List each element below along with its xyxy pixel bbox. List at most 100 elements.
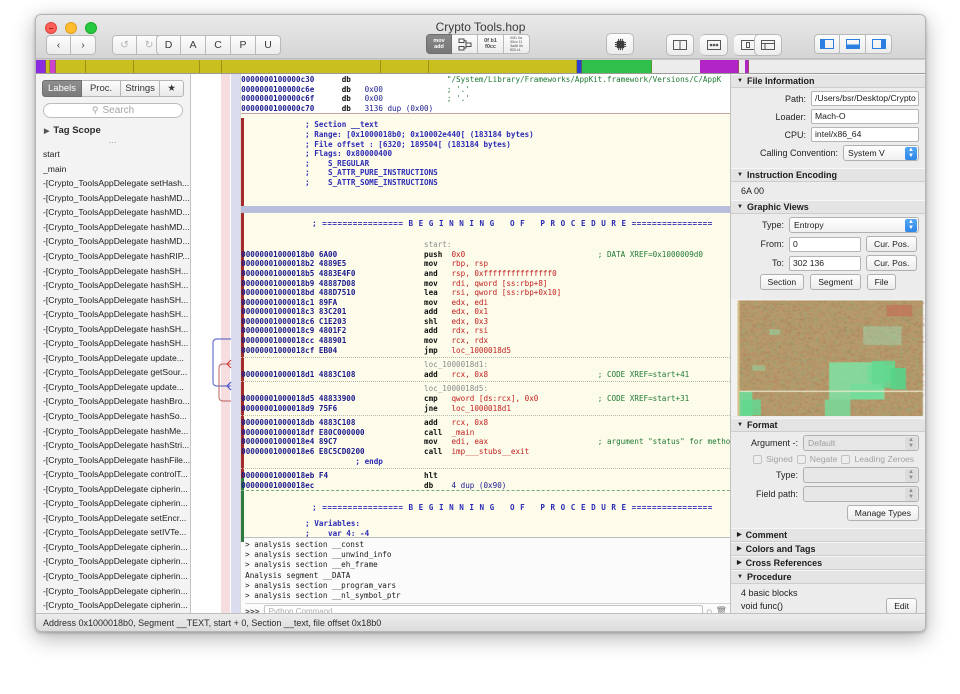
list-item[interactable]: -[Crypto_ToolsAppDelegate hashStri... [43, 438, 190, 453]
code-line[interactable]: 00000001000018cf EB04 jmp loc_1000018d5 [241, 346, 730, 356]
code-line[interactable]: 00000001000018e6 E8C5CD0200 call imp___s… [241, 447, 730, 457]
console-panel[interactable]: > analysis section __const> analysis sec… [241, 537, 730, 613]
list-item[interactable]: _main [43, 162, 190, 177]
code-line[interactable]: 00000001000018eb F4 hlt [241, 471, 730, 481]
code-line[interactable]: 00000001000018b0 6A00 push 0x0 ; DATA XR… [241, 250, 730, 260]
code-line[interactable]: 00000001000018bd 488D7510 lea rsi, qword… [241, 288, 730, 298]
raw-hex-view-button[interactable]: 00f1 0a90cc 113a4b 0eff20 c1 [504, 34, 530, 54]
file-map-strip[interactable] [36, 59, 925, 74]
section-header-cross-references[interactable]: ▶ Cross References [731, 556, 925, 570]
section-header-graphic-views[interactable]: ▼ Graphic Views [731, 200, 925, 214]
list-item[interactable]: -[Crypto_ToolsAppDelegate cipherin... [43, 482, 190, 497]
map-segment[interactable] [700, 60, 740, 73]
code-line[interactable]: 00000001000018b5 4883E4F0 and rsp, 0xfff… [241, 269, 730, 279]
code-line[interactable]: start: [241, 240, 730, 250]
list-item[interactable]: -[Crypto_ToolsAppDelegate cipherin... [43, 540, 190, 555]
back-button[interactable]: ‹ [46, 35, 71, 55]
cpu-icon[interactable] [606, 33, 634, 55]
list-item[interactable]: -[Crypto_ToolsAppDelegate hashMD... [43, 220, 190, 235]
section-header-instruction-encoding[interactable]: ▼ Instruction Encoding [731, 168, 925, 182]
mode-button-p[interactable]: P [231, 35, 256, 55]
code-line[interactable]: ; var_4: -4 [241, 529, 730, 537]
toggle-left-panel-button[interactable] [814, 34, 840, 54]
code-line[interactable]: 00000001000018e4 89C7 mov edi, eax ; arg… [241, 437, 730, 447]
list-item[interactable]: -[Crypto_ToolsAppDelegate hashFile... [43, 453, 190, 468]
circle-icon[interactable]: ○ [707, 607, 712, 613]
code-line[interactable]: ; Variables: [241, 519, 730, 529]
resize-handle[interactable]: ⋯ [36, 138, 190, 147]
code-line[interactable]: ; Range: [0x1000018b0; 0x10002e440[ (183… [241, 130, 730, 140]
map-segment[interactable] [200, 60, 222, 73]
map-segment[interactable] [582, 60, 652, 73]
list-item[interactable]: -[Crypto_ToolsAppDelegate hashSH... [43, 278, 190, 293]
code-line[interactable]: ; File offset : [6320; 189504[ (183184 b… [241, 140, 730, 150]
tab-labels[interactable]: Labels [42, 80, 82, 97]
python-command-input[interactable]: Python Command [264, 605, 703, 613]
tab-favorites[interactable]: ★ [160, 80, 184, 97]
code-line[interactable]: 00000001000018cc 488901 mov rcx, rdx [241, 336, 730, 346]
section-header-colors-and-tags[interactable]: ▶ Colors and Tags [731, 542, 925, 556]
from-cur-pos-button[interactable]: Cur. Pos. [866, 236, 917, 252]
list-item[interactable]: -[Crypto_ToolsAppDelegate hashMD... [43, 191, 190, 206]
code-line[interactable]: ; Section __text [241, 120, 730, 130]
flowgraph-view-button[interactable] [452, 34, 478, 54]
code-line[interactable]: loc_1000018d5: [241, 384, 730, 394]
map-segment[interactable] [429, 60, 577, 73]
list-item[interactable]: -[Crypto_ToolsAppDelegate hashMD... [43, 234, 190, 249]
list-item[interactable]: -[Crypto_ToolsAppDelegate hashSH... [43, 293, 190, 308]
map-segment[interactable] [86, 60, 134, 73]
list-item[interactable]: -[Crypto_ToolsAppDelegate hashSH... [43, 264, 190, 279]
toggle-right-panel-button[interactable] [866, 34, 892, 54]
code-line[interactable]: loc_1000018d1: [241, 360, 730, 370]
mode-button-c[interactable]: C [206, 35, 231, 55]
assembly-view-button[interactable]: movadd [426, 34, 452, 54]
code-line[interactable]: 00000001000018ec db 4 dup (0x90) [241, 481, 730, 491]
data-section[interactable]: 0000000100000c30 db "/System/Library/Fra… [241, 74, 730, 113]
list-item[interactable]: -[Crypto_ToolsAppDelegate getSour... [43, 365, 190, 380]
tab-procedures[interactable]: Proc. [82, 80, 121, 97]
code-line[interactable]: 00000001000018c3 83C201 add edx, 0x1 [241, 307, 730, 317]
trash-icon[interactable]: 🗑 [716, 607, 727, 613]
cpu-field[interactable]: intel/x86_64 [811, 127, 919, 142]
to-cur-pos-button[interactable]: Cur. Pos. [866, 255, 917, 271]
mode-button-u[interactable]: U [256, 35, 281, 55]
list-item[interactable]: -[Crypto_ToolsAppDelegate hashBro... [43, 394, 190, 409]
graphic-type-select[interactable]: Entropy ▲▼ [789, 217, 919, 233]
list-item[interactable]: -[Crypto_ToolsAppDelegate cipherin... [43, 496, 190, 511]
list-item[interactable]: -[Crypto_ToolsAppDelegate hashSH... [43, 336, 190, 351]
code-line[interactable]: 0000000100000c70 db 3136 dup (0x00) [241, 104, 730, 114]
to-input[interactable]: 302 136 [789, 256, 861, 271]
hex-view-button[interactable]: 0f b1f0cc [478, 34, 504, 54]
code-line[interactable]: 00000001000018d9 75F6 jne loc_1000018d1 [241, 404, 730, 414]
struct-icon[interactable] [754, 34, 782, 56]
list-item[interactable]: -[Crypto_ToolsAppDelegate hashRIP... [43, 249, 190, 264]
argument-select[interactable]: Default ▲▼ [803, 435, 919, 451]
code-line[interactable]: 00000001000018b9 48887D08 mov rdi, qword… [241, 279, 730, 289]
list-item[interactable]: -[Crypto_ToolsAppDelegate cipherin... [43, 584, 190, 599]
dots-view-button[interactable] [700, 34, 728, 56]
section-header-file-information[interactable]: ▼ File Information [731, 74, 925, 88]
tab-strings[interactable]: Strings [121, 80, 160, 97]
scope-file-button[interactable]: File [867, 274, 897, 290]
path-field[interactable]: /Users/bsr/Desktop/Crypto Tools.a [811, 91, 919, 106]
manage-types-button[interactable]: Manage Types [847, 505, 919, 521]
code-line[interactable]: 00000001000018c6 C1E203 shl edx, 0x3 [241, 317, 730, 327]
negate-checkbox[interactable] [797, 455, 806, 464]
scope-segment-button[interactable]: Segment [810, 274, 860, 290]
map-segment[interactable] [134, 60, 200, 73]
label-list[interactable]: start_main-[Crypto_ToolsAppDelegate setH… [36, 147, 190, 613]
list-item[interactable]: -[Crypto_ToolsAppDelegate hashSH... [43, 307, 190, 322]
list-item[interactable]: -[Crypto_ToolsAppDelegate hashSo... [43, 409, 190, 424]
list-item[interactable]: -[Crypto_ToolsAppDelegate cipherin... [43, 554, 190, 569]
list-item[interactable]: -[Crypto_ToolsAppDelegate update... [43, 351, 190, 366]
code-line[interactable]: 0000000100000c6e db 0x00 ; '.' [241, 85, 730, 95]
map-segment[interactable] [56, 60, 86, 73]
section-header-comment[interactable]: ▶ Comment [731, 528, 925, 542]
code-line[interactable]: 0000000100000c6f db 0x00 ; '.' [241, 94, 730, 104]
toggle-bottom-panel-button[interactable] [840, 34, 866, 54]
mode-button-d[interactable]: D [156, 35, 181, 55]
list-item[interactable]: -[Crypto_ToolsAppDelegate hashSH... [43, 322, 190, 337]
code-line[interactable]: ; S_REGULAR [241, 159, 730, 169]
code-line[interactable]: ; Flags: 0x80000400 [241, 149, 730, 159]
list-item[interactable]: start [43, 147, 190, 162]
